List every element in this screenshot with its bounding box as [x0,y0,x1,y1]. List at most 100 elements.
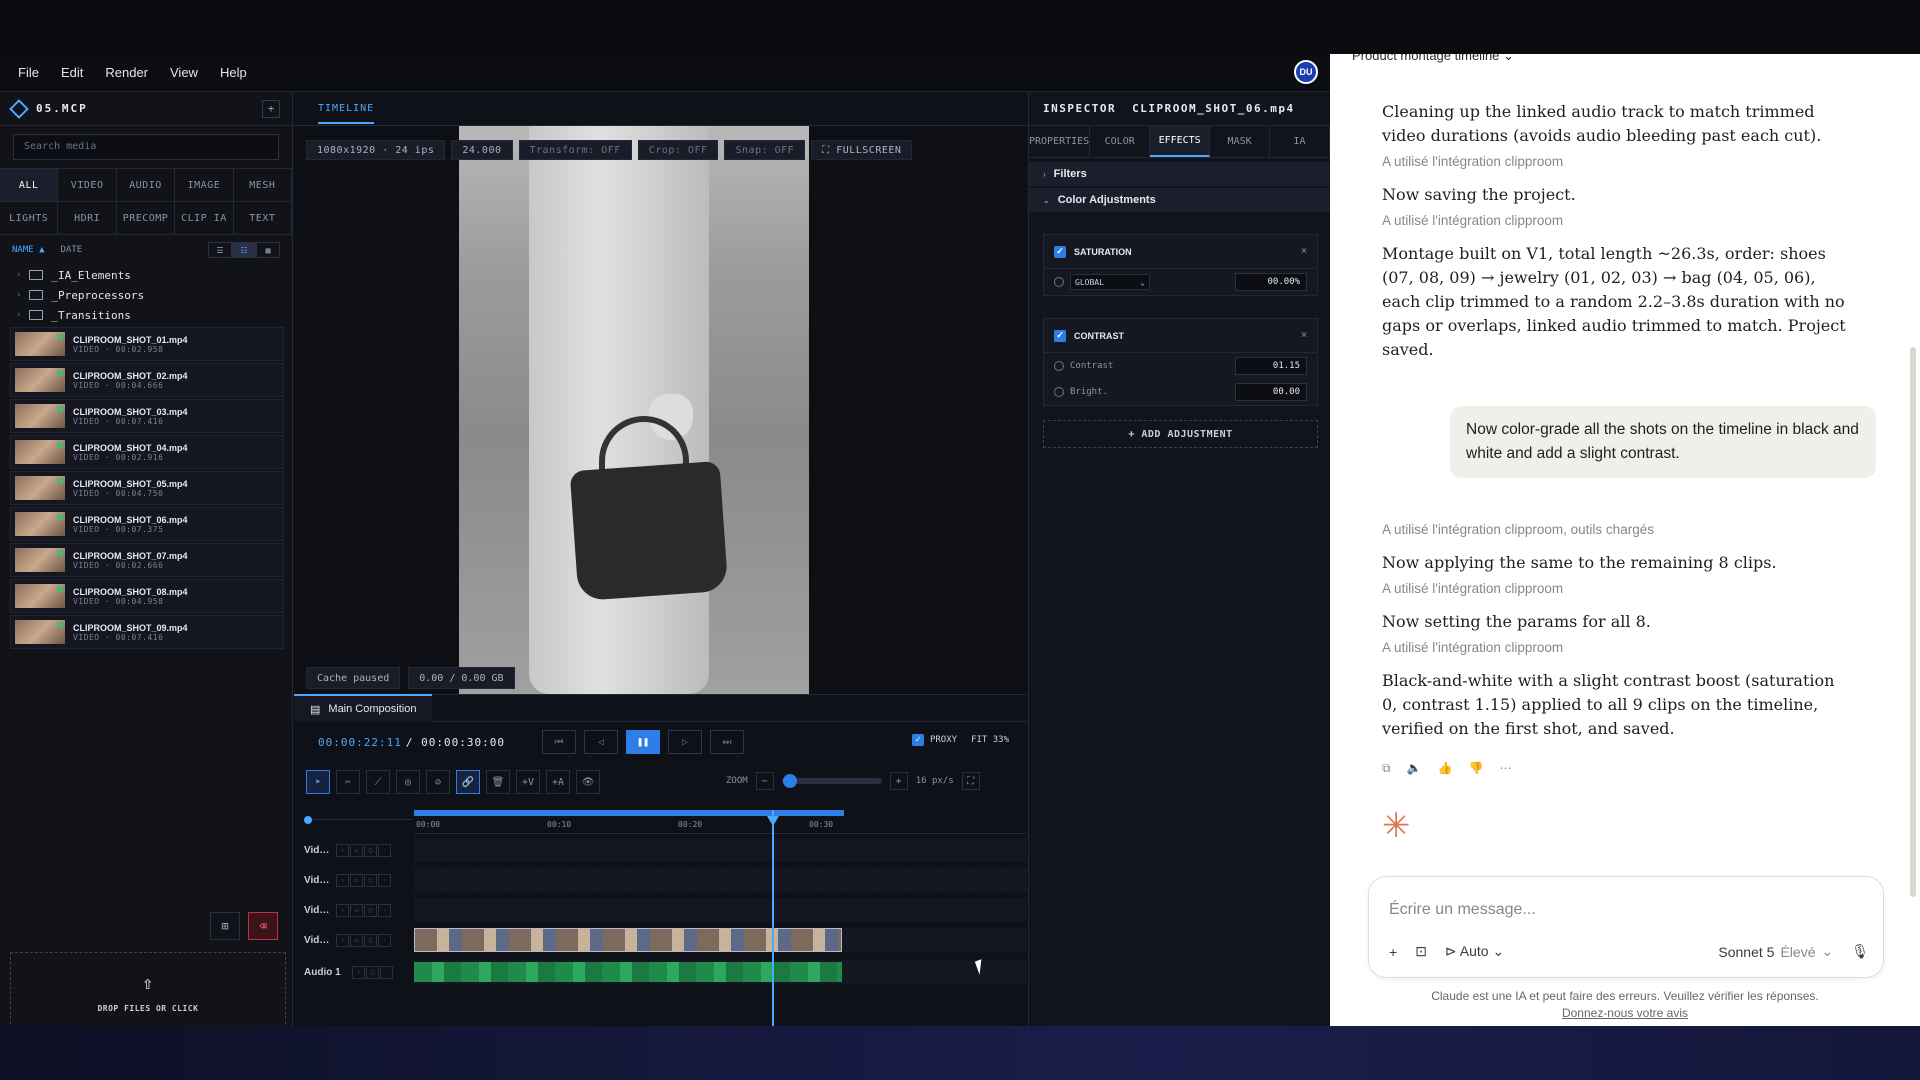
crop-toggle[interactable]: Crop: OFF [637,140,719,160]
list-icon[interactable]: ☷ [232,242,256,258]
tab-hdri[interactable]: HDRI [58,202,117,234]
microphone-icon[interactable]: 🎙 [1851,943,1869,960]
zoom-slider[interactable] [781,774,882,788]
mute-icon[interactable]: · [378,873,391,887]
ripple-icon[interactable]: ⟋ [366,770,390,794]
visibility-icon[interactable]: ▢ [364,903,377,917]
video-clips-strip[interactable] [414,928,842,952]
tab-main-composition[interactable]: ▤ Main Composition [294,694,433,722]
tab-all[interactable]: ALL [0,169,59,201]
clip-item[interactable]: CLIPROOM_SHOT_02.mp4 VIDEO · 00:04.666 [10,363,284,397]
sort-name[interactable]: NAME ▲ [12,245,45,255]
step-back-icon[interactable]: ◁ [584,730,618,754]
keyframe-icon[interactable] [1054,277,1064,287]
zoom-out-icon[interactable]: − [755,772,774,790]
lock-icon[interactable]: ▭ [350,903,363,917]
grid-icon[interactable]: ▦ [256,242,280,258]
track-lane[interactable] [414,898,1027,922]
link-icon[interactable]: 🔗 [456,770,480,794]
keyframe-icon[interactable] [1054,387,1064,397]
clip-item[interactable]: CLIPROOM_SHOT_04.mp4 VIDEO · 00:02.916 [10,435,284,469]
timeline-ruler[interactable]: 00:00 00:10 00:20 00:30 [414,810,1027,834]
tab-mask[interactable]: MASK [1210,126,1271,157]
fit-timeline-icon[interactable]: ⛶ [961,772,980,790]
folder-icon[interactable]: ⊡ [1415,943,1427,960]
tab-video[interactable]: VIDEO [58,169,117,201]
clip-item[interactable]: CLIPROOM_SHOT_08.mp4 VIDEO · 00:04.958 [10,579,284,613]
visibility-icon[interactable]: ▢ [366,965,379,979]
contrast-value[interactable]: 01.15 [1235,357,1307,375]
add-audio-track-icon[interactable]: +A [546,770,570,794]
track-lane[interactable] [414,868,1027,892]
plus-icon[interactable]: + [1389,944,1397,960]
sort-date[interactable]: DATE [61,245,83,255]
tab-effects[interactable]: EFFECTS [1150,126,1211,157]
tab-ia[interactable]: IA [1270,126,1331,157]
folder-item[interactable]: › _IA_Elements [0,265,292,285]
copy-icon[interactable]: ⧉ [1382,761,1391,776]
mute-icon[interactable]: · [378,843,391,857]
chat-scrollbar[interactable] [1910,347,1916,897]
saturation-value[interactable]: 00.00% [1235,273,1307,291]
expand-icon[interactable]: › [336,873,349,887]
close-icon[interactable]: × [1301,246,1307,257]
proxy-checkbox[interactable]: ✓ [911,734,924,746]
clip-item[interactable]: CLIPROOM_SHOT_07.mp4 VIDEO · 00:02.666 [10,543,284,577]
keyframe-icon[interactable] [1054,361,1064,371]
scope-select[interactable]: GLOBAL ⌄ [1070,274,1150,290]
track-lane[interactable] [414,838,1027,862]
playhead[interactable] [767,810,779,1026]
clip-item[interactable]: CLIPROOM_SHOT_03.mp4 VIDEO · 00:07.416 [10,399,284,433]
work-area-bar[interactable] [414,810,844,816]
saturation-checkbox[interactable]: ✓ [1054,245,1066,258]
more-icon[interactable]: ⋯ [1499,761,1511,776]
fit-label[interactable]: FIT 33% [971,735,1009,745]
tab-image[interactable]: IMAGE [175,169,234,201]
fullscreen-button[interactable]: ⛶ FULLSCREEN [811,140,913,160]
tool-use-line[interactable]: A utilisé l'intégration clipproom [1382,640,1852,655]
tab-timeline[interactable]: TIMELINE [318,103,375,124]
trash-icon[interactable]: 🗑 [486,770,510,794]
speaker-icon[interactable]: 🔈 [1407,761,1422,776]
tab-precomp[interactable]: PRECOMP [117,202,176,234]
razor-icon[interactable]: ✂ [336,770,360,794]
lock-icon[interactable]: ▭ [350,843,363,857]
tool-use-line[interactable]: A utilisé l'intégration clipproom [1382,581,1852,596]
lock-icon[interactable]: ▭ [350,873,363,887]
conversation-title[interactable]: Product montage timeline ⌄ [1352,54,1514,64]
feedback-link[interactable]: Donnez-nous votre avis [1330,1005,1920,1022]
section-filters[interactable]: › Filters [1029,162,1330,186]
user-avatar[interactable]: DU [1294,60,1318,84]
menu-file[interactable]: File [18,65,39,80]
mute-icon[interactable]: · [378,933,391,947]
contrast-checkbox[interactable]: ✓ [1054,329,1066,342]
add-project-button[interactable]: + [262,99,280,118]
thumbs-down-icon[interactable]: 👎 [1468,761,1483,776]
bright-value[interactable]: 00.00 [1235,383,1307,401]
clip-item[interactable]: CLIPROOM_SHOT_01.mp4 VIDEO · 00:02.958 [10,327,284,361]
expand-icon[interactable]: › [336,843,349,857]
skip-end-icon[interactable]: ⏭ [710,730,744,754]
mask-icon[interactable]: ⊘ [426,770,450,794]
tab-lights[interactable]: LIGHTS [0,202,59,234]
tab-audio[interactable]: AUDIO [117,169,176,201]
folder-item[interactable]: › _Transitions [0,305,292,325]
model-selector[interactable]: Sonnet 5 Élevé ⌄ [1718,943,1833,960]
list-compact-icon[interactable]: ☰ [208,242,232,258]
tool-use-line[interactable]: A utilisé l'intégration clipproom [1382,154,1852,169]
message-input[interactable]: Écrire un message... [1389,901,1536,919]
mute-icon[interactable]: · [378,903,391,917]
tool-use-line[interactable]: A utilisé l'intégration clipproom [1382,213,1852,228]
drop-zone[interactable]: ⇧ DROP FILES OR CLICK [10,952,286,1034]
close-icon[interactable]: × [1301,330,1307,341]
eye-icon[interactable]: 👁 [576,770,600,794]
expand-icon[interactable]: › [336,903,349,917]
lock-icon[interactable]: › [352,965,365,979]
menu-render[interactable]: Render [105,65,148,80]
tab-mesh[interactable]: MESH [234,169,293,201]
timeline-scroll-handle[interactable] [304,816,312,824]
skip-start-icon[interactable]: ⏮ [542,730,576,754]
audio-clips-strip[interactable] [414,962,842,982]
auto-mode-button[interactable]: ⊳ Auto ⌄ [1445,943,1504,960]
tab-clip-ia[interactable]: CLIP IA [175,202,234,234]
